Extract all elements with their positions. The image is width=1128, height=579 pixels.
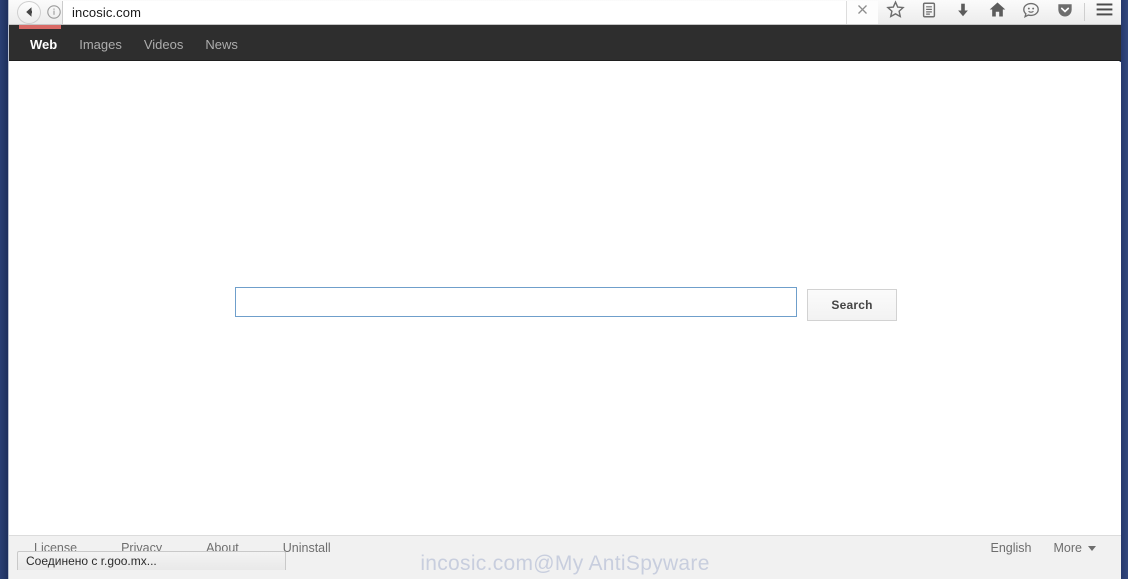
- nav-tab-images[interactable]: Images: [68, 29, 133, 61]
- downloads-button[interactable]: [946, 0, 980, 25]
- search-input[interactable]: [235, 287, 797, 317]
- nav-tab-news[interactable]: News: [194, 29, 249, 61]
- back-button[interactable]: [17, 0, 41, 24]
- browser-window: incosic.com Web Images Videos News Searc…: [8, 0, 1121, 579]
- download-arrow-icon: [954, 1, 972, 24]
- page-content-area: Search: [9, 62, 1121, 535]
- browser-toolbar: incosic.com: [9, 0, 1121, 25]
- back-arrow-icon: [22, 5, 36, 19]
- chevron-down-icon: [1088, 545, 1096, 551]
- hamburger-menu-icon: [1095, 2, 1114, 22]
- site-identity-button[interactable]: [46, 4, 62, 20]
- home-button[interactable]: [980, 0, 1014, 25]
- info-circle-icon: [46, 4, 62, 20]
- search-button[interactable]: Search: [807, 289, 897, 321]
- toolbar-divider: [1084, 3, 1085, 21]
- footer-link-uninstall[interactable]: Uninstall: [283, 541, 331, 555]
- chat-smiley-icon: [1022, 1, 1040, 24]
- more-menu-label: More: [1053, 541, 1082, 555]
- url-text: incosic.com: [72, 4, 142, 20]
- library-button[interactable]: [912, 0, 946, 25]
- nav-tab-list: Web Images Videos News: [19, 29, 249, 61]
- url-bar[interactable]: incosic.com: [62, 0, 846, 24]
- toolbar-icon-group: [878, 0, 1121, 25]
- pocket-shield-icon: [1056, 1, 1074, 24]
- pocket-button[interactable]: [1048, 0, 1082, 25]
- close-icon: [856, 3, 869, 21]
- status-tooltip: Соединено с r.goo.mx...: [17, 551, 286, 570]
- nav-tab-web[interactable]: Web: [19, 29, 68, 61]
- footer-right-group: English More: [969, 541, 1096, 555]
- bookmark-star-button[interactable]: [878, 0, 912, 25]
- site-navigation-bar: Web Images Videos News: [9, 25, 1121, 61]
- bookmark-star-icon: [885, 0, 905, 24]
- menu-button[interactable]: [1087, 0, 1121, 25]
- reader-library-icon: [920, 1, 938, 24]
- stop-loading-button[interactable]: [846, 0, 878, 24]
- feedback-button[interactable]: [1014, 0, 1048, 25]
- search-form: Search: [235, 287, 897, 321]
- home-icon: [988, 0, 1007, 24]
- nav-tab-videos[interactable]: Videos: [133, 29, 195, 61]
- more-menu[interactable]: More: [1054, 541, 1096, 555]
- status-text: Соединено с r.goo.mx...: [26, 554, 157, 568]
- language-selector[interactable]: English: [991, 541, 1032, 555]
